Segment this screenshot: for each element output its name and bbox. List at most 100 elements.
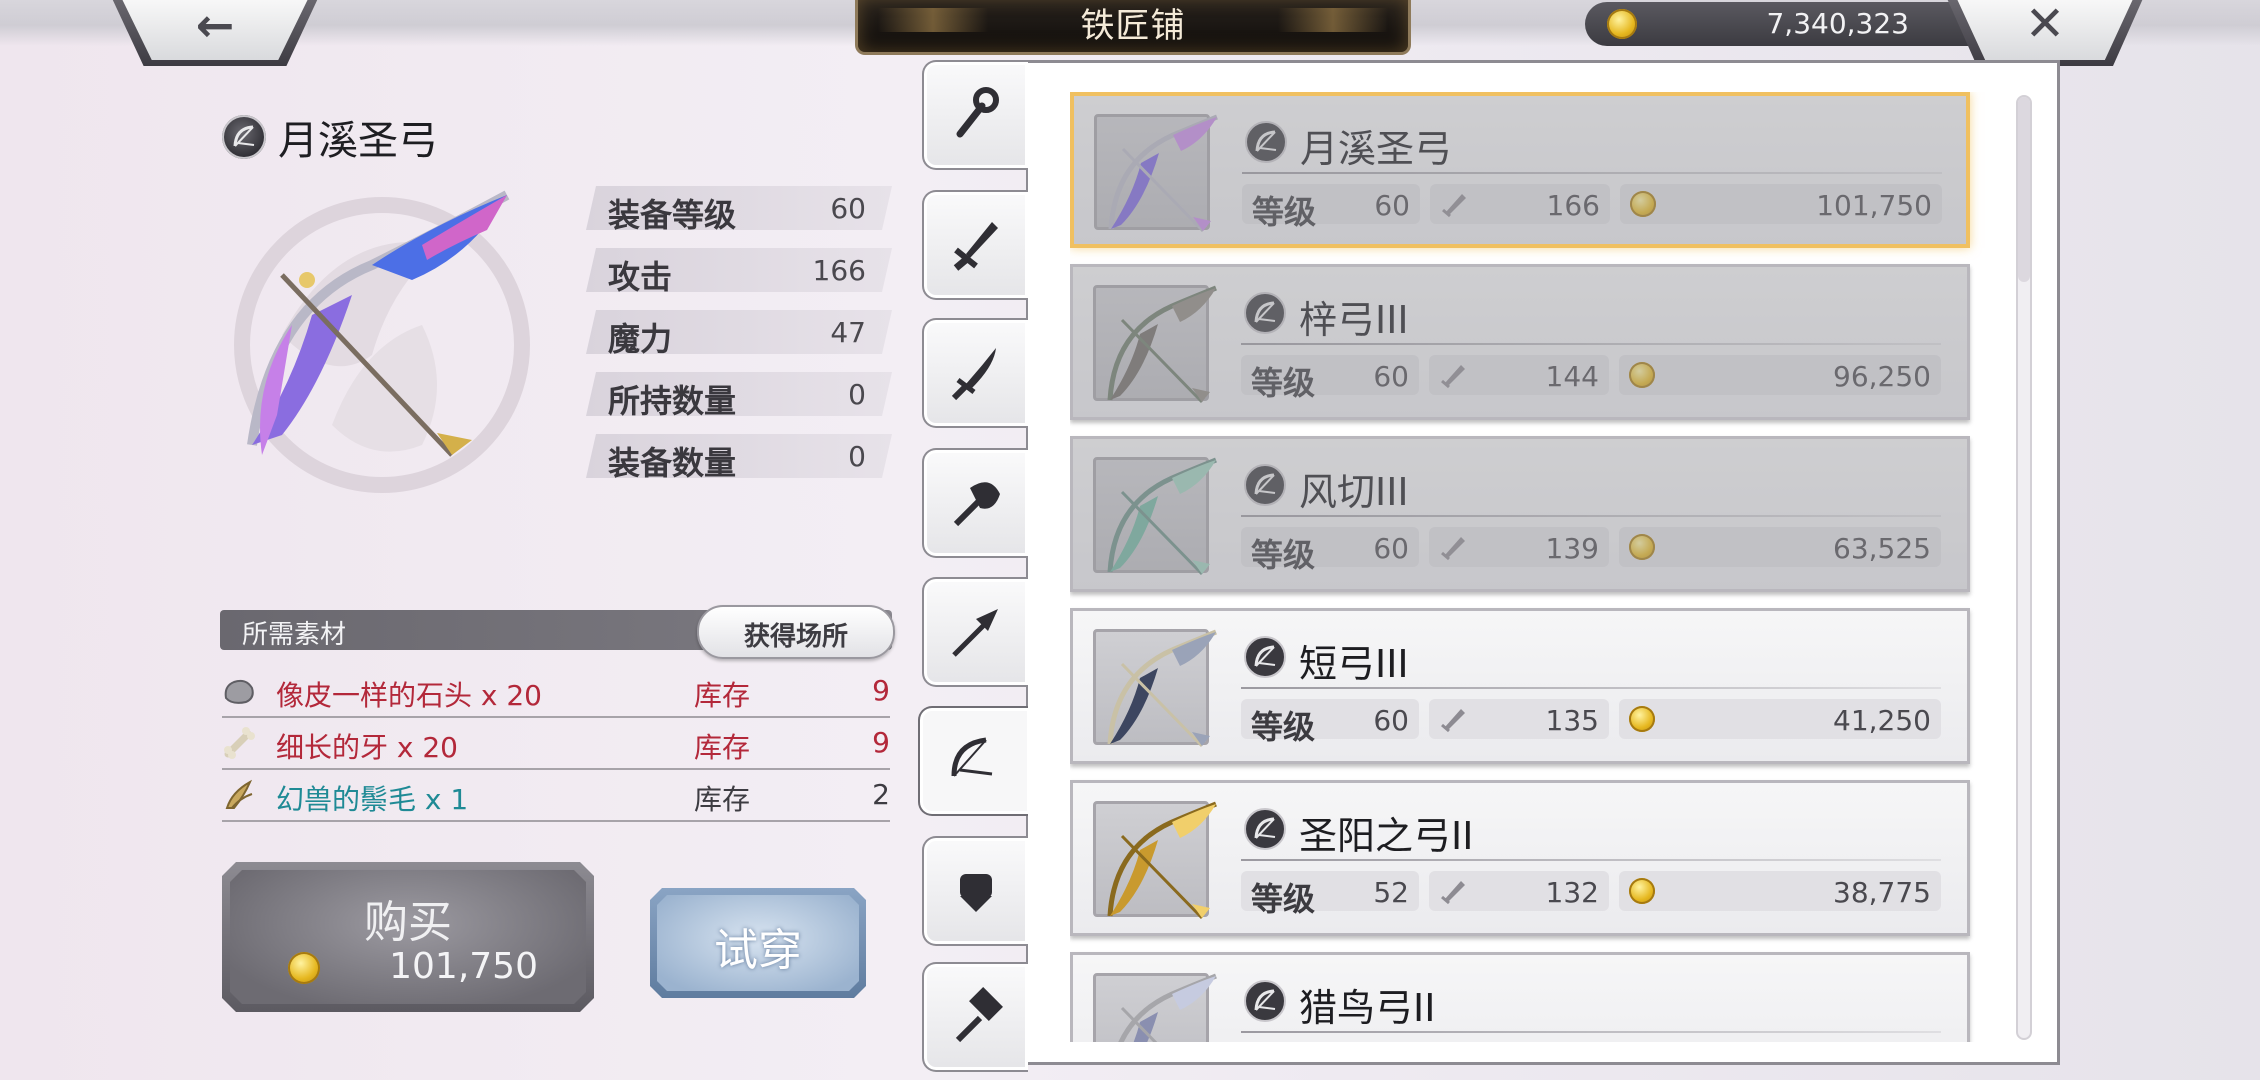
attack-value: 144 [1545, 360, 1599, 393]
source-location-button[interactable]: 获得场所 [697, 605, 895, 659]
gold-amount: 7,340,323 [1766, 7, 1909, 40]
weapon-list-item[interactable]: 月溪圣弓 等级 60 166 101,750 [1070, 92, 1970, 248]
level-pill: 等级 52 [1241, 871, 1419, 918]
weapon-list-item[interactable]: 梓弓III 等级 60 144 96,250 [1070, 264, 1970, 420]
gold-coin-icon [1607, 9, 1637, 39]
material-stock-count: 9 [872, 674, 890, 707]
stat-row-level: 装备等级 60 [586, 186, 892, 230]
divider [1241, 343, 1941, 345]
stat-label: 魔力 [608, 320, 673, 358]
page-title: 铁匠铺 [1080, 6, 1186, 46]
close-icon: ✕ [2024, 0, 2066, 52]
buy-price: 101,750 [389, 946, 538, 987]
bow-thumbnail-icon [1108, 114, 1218, 233]
stat-value: 166 [812, 254, 866, 287]
divider [1241, 859, 1941, 861]
tab-staff[interactable] [922, 60, 1028, 170]
tab-hammer[interactable] [922, 962, 1028, 1072]
level-value: 52 [1373, 876, 1409, 909]
attack-pill: 139 [1429, 527, 1609, 567]
weapon-name: 风切III [1299, 470, 1409, 514]
stat-label: 装备等级 [608, 196, 737, 234]
gold-coin-icon [1630, 191, 1656, 217]
stat-value: 0 [848, 440, 866, 473]
buy-button[interactable]: 购买 101,750 [222, 862, 594, 1012]
bow-type-icon [222, 115, 266, 159]
list-scrollbar-thumb[interactable] [2018, 97, 2030, 282]
gold-coin-icon [288, 952, 320, 984]
tab-spear[interactable] [922, 577, 1028, 687]
weapon-list-item[interactable]: 短弓III 等级 60 135 41,250 [1070, 608, 1970, 764]
stat-label: 攻击 [608, 258, 673, 296]
weapon-list[interactable]: 月溪圣弓 等级 60 166 101,750 梓弓III 等级 60 144 9… [1070, 92, 1990, 1042]
stat-value: 0 [848, 378, 866, 411]
material-name: 幻兽的鬃毛 x 1 [276, 783, 469, 816]
divider [1241, 1031, 1941, 1033]
stat-value: 47 [830, 316, 866, 349]
stone-icon [224, 679, 254, 704]
hammer-icon [955, 987, 1003, 1043]
back-button[interactable]: ← [110, 0, 320, 66]
material-row[interactable]: 幻兽的鬃毛 x 1 库存 2 [222, 770, 890, 822]
close-button[interactable]: ✕ [1945, 0, 2145, 66]
source-location-label: 获得场所 [743, 622, 848, 652]
bow-type-icon [1244, 636, 1286, 678]
material-stock-label: 库存 [694, 679, 751, 712]
level-value: 60 [1373, 532, 1409, 565]
price-value: 101,750 [1816, 189, 1932, 222]
tab-sword[interactable] [922, 190, 1028, 300]
price-pill: 96,250 [1619, 355, 1941, 395]
mane-icon [225, 779, 253, 809]
level-label: 等级 [1251, 364, 1316, 402]
material-row[interactable]: 像皮一样的石头 x 20 库存 9 [222, 666, 890, 718]
bone-icon [224, 727, 255, 759]
bow-type-icon [1244, 808, 1286, 850]
price-value: 96,250 [1833, 360, 1931, 393]
attack-value: 166 [1546, 189, 1600, 222]
weapon-list-item[interactable]: 风切III 等级 60 139 63,525 [1070, 436, 1970, 592]
weapon-name: 梓弓III [1299, 298, 1409, 342]
weapon-list-item[interactable]: 圣阳之弓II 等级 52 132 38,775 [1070, 780, 1970, 936]
tab-axe[interactable] [922, 448, 1028, 558]
attack-value: 132 [1545, 876, 1599, 909]
material-name: 细长的牙 x 20 [276, 731, 459, 764]
level-label: 等级 [1251, 880, 1316, 918]
weapon-list-item[interactable]: 猎鸟弓II 等级 [1070, 952, 1970, 1042]
level-label: 等级 [1252, 193, 1317, 231]
bow-icon [951, 737, 993, 777]
divider [1242, 172, 1942, 174]
tab-bow[interactable] [918, 706, 1030, 816]
level-pill: 等级 60 [1241, 699, 1419, 746]
selected-item-artwork [234, 190, 530, 493]
level-label: 等级 [1251, 708, 1316, 746]
price-pill: 101,750 [1620, 184, 1942, 224]
buy-label: 购买 [364, 897, 452, 948]
sword-icon [1441, 365, 1465, 389]
fist-icon [960, 874, 992, 912]
sword-icon [1442, 194, 1466, 218]
level-value: 60 [1374, 189, 1410, 222]
weapon-thumbnail [1093, 285, 1217, 404]
stat-row-equipped: 装备数量 0 [586, 434, 892, 478]
weapon-thumbnail [1093, 629, 1217, 748]
price-pill: 38,775 [1619, 871, 1941, 911]
stat-label: 装备数量 [608, 444, 737, 482]
sword-icon [1441, 881, 1465, 905]
gold-coin-icon [1629, 706, 1655, 732]
level-pill: 等级 60 [1241, 527, 1419, 574]
bow-type-icon [1244, 292, 1286, 334]
stat-label: 所持数量 [608, 382, 737, 420]
try-on-button[interactable]: 试穿 [650, 888, 866, 998]
try-on-label: 试穿 [714, 925, 802, 976]
weapon-thumbnail [1094, 114, 1218, 233]
tab-fist[interactable] [922, 836, 1028, 946]
material-stock-count: 2 [872, 778, 890, 811]
tab-katana[interactable] [922, 318, 1028, 428]
attack-pill: 135 [1429, 699, 1609, 739]
sword-icon [953, 222, 998, 271]
bow-thumbnail-icon [1118, 973, 1217, 1042]
bow-thumbnail-icon [1107, 457, 1217, 576]
price-pill: 63,525 [1619, 527, 1941, 567]
material-row[interactable]: 细长的牙 x 20 库存 9 [222, 718, 890, 770]
selected-item-header: 月溪圣弓 [222, 108, 438, 166]
